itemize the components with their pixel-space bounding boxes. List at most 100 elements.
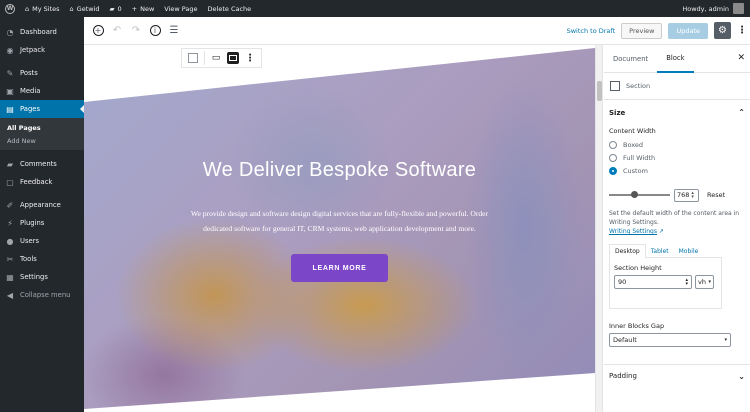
writing-settings-link[interactable]: Writing Settings [609,228,657,235]
tab-block[interactable]: Block [657,45,694,73]
chevron-down-icon: ▾ [724,337,727,343]
delete-cache-link[interactable]: Delete Cache [203,0,257,17]
update-button[interactable]: Update [668,22,708,39]
home-icon: ⌂ [69,4,74,13]
info-icon: i [149,25,161,36]
device-tabs: Desktop Tablet Mobile [609,244,722,258]
list-icon: ☰ [169,25,179,36]
align-full-icon [229,55,237,61]
block-type-button[interactable] [187,52,199,64]
add-block-button[interactable]: + [90,23,106,39]
sidebar-item-users[interactable]: ● Users [0,232,84,250]
content-width-label: Content Width [609,127,656,135]
sidebar-item-appearance[interactable]: ✐ Appearance [0,196,84,214]
size-panel-toggle[interactable]: Size ⌃ [604,100,750,125]
view-page-link[interactable]: View Page [159,0,202,17]
comments-menu[interactable]: ▰ 0 [105,0,127,17]
sidebar-item-tools[interactable]: ✂ Tools [0,250,84,268]
collapse-menu-button[interactable]: ◀ Collapse menu [0,286,84,304]
users-icon: ● [6,236,14,246]
tab-tablet[interactable]: Tablet [646,244,674,258]
radio-boxed[interactable]: Boxed [604,138,750,151]
admin-bar: W ⌂ My Sites ⌂ Getwid ▰ 0 + New View Pag… [0,0,750,17]
padding-panel-toggle[interactable]: Padding ⌄ [604,365,750,387]
redo-button[interactable]: ↷ [128,23,144,39]
sidebar-item-label: Jetpack [20,46,46,54]
panel-tabs: Document Block ✕ [604,45,750,73]
tab-document[interactable]: Document [604,45,657,73]
preview-button[interactable]: Preview [621,22,663,39]
panel-scrollbar[interactable] [596,45,603,412]
sidebar-item-label: Plugins [20,219,45,227]
howdy-label: Howdy, admin [682,4,729,13]
comments-count: 0 [117,4,122,13]
sidebar-item-settings[interactable]: ▦ Settings [0,268,84,286]
inner-gap-select[interactable]: Default ▾ [609,333,731,347]
tab-desktop[interactable]: Desktop [609,244,646,258]
brush-icon: ✐ [6,200,14,210]
sidebar-item-jetpack[interactable]: ◉ Jetpack [0,41,84,59]
hero-text[interactable]: We provide design and software design di… [144,206,535,236]
section-height-input[interactable]: 90 ▴ ▾ [614,275,692,289]
learn-more-button[interactable]: LEARN MORE [291,254,388,282]
block-navigation-button[interactable]: ☰ [166,23,182,39]
wp-logo-menu[interactable]: W [0,0,20,17]
sidebar-item-dashboard[interactable]: ◔ Dashboard [0,23,84,41]
sidebar-item-label: Feedback [20,178,53,186]
radio-custom[interactable]: Custom [604,164,750,177]
width-value: 768 [677,191,690,199]
close-icon[interactable]: ✕ [737,53,745,63]
block-toolbar: ▭ ⋮ [181,48,262,68]
section-block-icon [610,81,620,91]
tab-mobile[interactable]: Mobile [674,244,704,258]
sidebar-item-media[interactable]: ▣ Media [0,82,84,100]
submenu-all-pages[interactable]: All Pages [0,121,84,134]
undo-button[interactable]: ↶ [109,23,125,39]
media-icon: ▣ [6,86,14,96]
kebab-icon: ⋮ [245,52,255,64]
block-more-button[interactable]: ⋮ [244,52,256,64]
undo-icon: ↶ [112,25,122,36]
width-number-input[interactable]: 768 ▴ ▾ [674,188,699,202]
width-slider[interactable] [609,191,670,198]
content-info-button[interactable]: i [147,23,163,39]
settings-toggle-button[interactable]: ⚙ [714,22,731,39]
sidebar-item-pages[interactable]: ▤ Pages [0,100,84,118]
unit-value: vh [698,278,706,286]
sidebar-item-posts[interactable]: ✎ Posts [0,64,84,82]
radio-button[interactable] [609,153,617,162]
radio-button[interactable] [609,166,617,175]
account-menu[interactable]: Howdy, admin [682,3,750,14]
dashboard-icon: ◔ [6,27,14,37]
new-content-menu[interactable]: + New [127,0,160,17]
hero-title[interactable]: We Deliver Bespoke Software [84,159,595,182]
radio-label: Full Width [623,153,656,162]
more-options-button[interactable]: ⋮ [737,25,747,36]
my-sites-menu[interactable]: ⌂ My Sites [20,0,65,17]
editor-toolbar: + ↶ ↷ i ☰ Switch to Draft Preview Update… [84,17,750,45]
submenu-add-new[interactable]: Add New [0,134,84,147]
height-unit-select[interactable]: vh ▾ [695,275,714,289]
site-name-menu[interactable]: ⌂ Getwid [65,0,105,17]
align-full-button[interactable] [227,52,239,64]
toolbar-divider [204,51,205,65]
scrollbar-thumb[interactable] [597,81,602,101]
reset-button[interactable]: Reset [707,191,725,199]
radio-button[interactable] [609,140,617,149]
plus-icon: + [131,4,138,13]
pages-icon: ▤ [6,104,14,114]
sidebar-item-label: Settings [20,273,48,281]
slider-handle[interactable] [631,191,638,198]
sidebar-item-feedback[interactable]: ▢ Feedback [0,173,84,191]
hero-text-line-2: dedicated software for general IT, CRM s… [203,224,476,233]
chevron-down-icon: ▾ [708,279,711,285]
sidebar-item-plugins[interactable]: ⚡ Plugins [0,214,84,232]
settings-sidebar: Document Block ✕ Section Size ⌃ Content … [595,45,750,412]
plus-circle-icon: + [92,25,104,36]
radio-full-width[interactable]: Full Width [604,151,750,164]
sidebar-item-comments[interactable]: ▰ Comments [0,155,84,173]
align-wide-button[interactable]: ▭ [210,52,222,64]
switch-to-draft-button[interactable]: Switch to Draft [567,27,616,35]
section-block[interactable]: We Deliver Bespoke Software We provide d… [84,45,595,412]
sidebar-item-label: Appearance [20,201,61,209]
